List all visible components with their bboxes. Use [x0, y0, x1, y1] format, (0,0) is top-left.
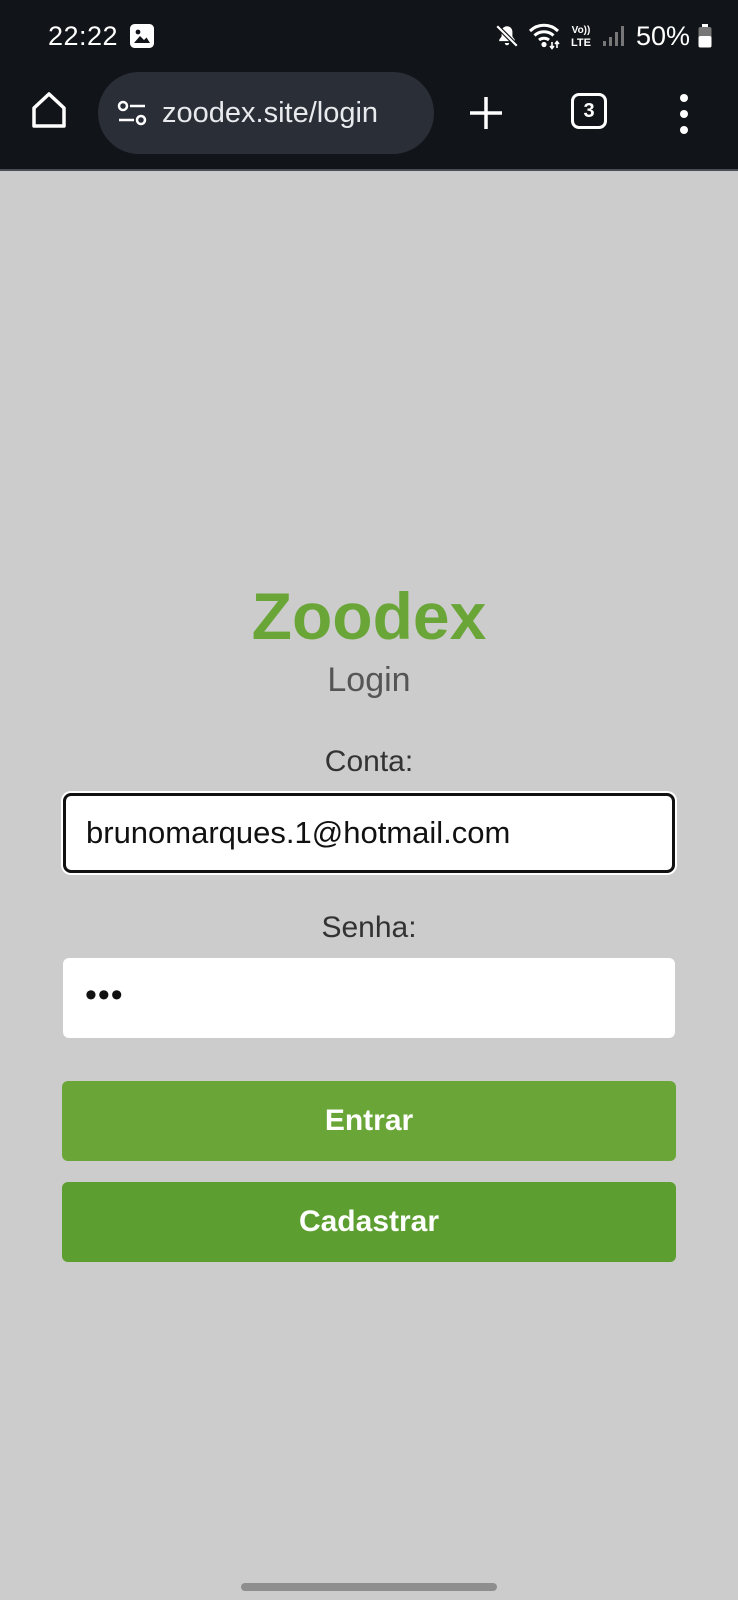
image-icon	[130, 24, 154, 48]
battery-icon	[698, 24, 712, 48]
volte-bottom-text: LTE	[571, 37, 591, 49]
chrome-divider	[0, 169, 738, 171]
tab-count: 3	[583, 99, 595, 122]
volte-icon: Vo)) LTE	[571, 25, 591, 49]
plus-icon	[470, 97, 502, 129]
page-title: Zoodex	[251, 579, 487, 653]
account-input-value: brunomarques.1@hotmail.com	[86, 815, 511, 850]
page-subtitle: Login	[327, 661, 411, 699]
account-label: Conta:	[324, 745, 414, 778]
url-text: zoodex.site/login	[162, 96, 379, 129]
wifi-icon	[528, 23, 560, 50]
account-input[interactable]: brunomarques.1@hotmail.com	[63, 793, 675, 873]
tabs-button[interactable]: 3	[571, 93, 607, 129]
status-icons: Vo)) LTE 50%	[494, 18, 712, 54]
password-input-value: •••	[85, 975, 124, 1014]
register-button[interactable]: Cadastrar	[62, 1182, 676, 1262]
register-button-label: Cadastrar	[298, 1205, 440, 1238]
signal-icon	[602, 26, 624, 46]
home-button[interactable]	[27, 88, 71, 132]
volte-top-text: Vo))	[572, 25, 591, 36]
battery-percent: 50%	[635, 21, 690, 51]
home-icon	[32, 92, 66, 128]
login-button-label: Entrar	[324, 1104, 414, 1137]
status-time: 22:22	[48, 21, 119, 51]
login-button[interactable]: Entrar	[62, 1081, 676, 1161]
mute-icon	[495, 24, 519, 48]
browser-chrome: 22:22 Vo)) LTE 50% zoodex.site/login 3	[0, 0, 738, 170]
password-label: Senha:	[321, 911, 417, 944]
more-vert-icon[interactable]	[676, 94, 692, 134]
address-bar[interactable]: zoodex.site/login	[98, 72, 434, 154]
password-input[interactable]: •••	[63, 958, 675, 1038]
site-settings-icon[interactable]	[116, 98, 148, 128]
gesture-navigation-bar[interactable]	[241, 1583, 497, 1591]
new-tab-button[interactable]	[466, 93, 506, 133]
